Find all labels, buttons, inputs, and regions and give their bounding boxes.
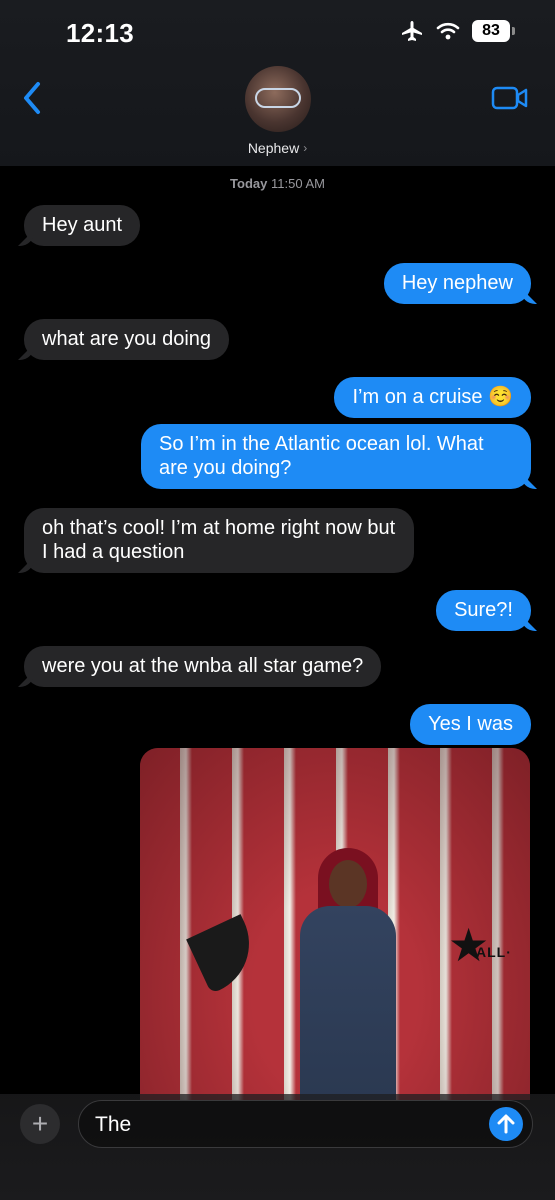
message-timestamp: Today 11:50 AM bbox=[0, 176, 555, 191]
message-text: Hey nephew bbox=[401, 272, 513, 294]
contact-name: Nephew bbox=[247, 140, 300, 156]
message-bubble-sent[interactable]: So I’m in the Atlantic ocean lol. What a… bbox=[141, 424, 531, 489]
message-bubble-received[interactable]: what are you doing bbox=[24, 319, 230, 360]
all-star-logo: ALL· bbox=[476, 944, 512, 960]
contact-info-button[interactable]: Nephew › bbox=[0, 66, 555, 156]
message-text: So I’m in the Atlantic ocean lol. What a… bbox=[159, 433, 484, 479]
video-camera-icon bbox=[491, 86, 528, 110]
message-text: Sure?! bbox=[454, 599, 513, 621]
message-text: what are you doing bbox=[42, 328, 212, 350]
wifi-icon bbox=[436, 22, 460, 40]
timestamp-time: 11:50 AM bbox=[270, 176, 325, 191]
status-time: 12:13 bbox=[66, 18, 134, 48]
message-composer: + The bbox=[0, 1094, 555, 1200]
message-bubble-received[interactable]: oh that’s cool! I’m at home right now bu… bbox=[24, 508, 414, 573]
status-bar: 12:13 83 bbox=[0, 0, 555, 62]
airplane-icon bbox=[402, 21, 422, 41]
video-call-button[interactable] bbox=[491, 84, 529, 112]
timestamp-day: Today bbox=[230, 176, 268, 191]
photo-attachment[interactable]: ★ ALL· bbox=[140, 748, 530, 1100]
battery-level: 83 bbox=[472, 20, 510, 42]
chevron-right-icon: › bbox=[303, 141, 308, 155]
message-text: Hey aunt bbox=[42, 214, 123, 236]
message-bubble-sent[interactable]: I’m on a cruise ☺️ bbox=[334, 377, 531, 418]
message-input-text: The bbox=[95, 1113, 132, 1136]
message-text: Yes I was bbox=[428, 713, 513, 735]
message-input[interactable]: The bbox=[78, 1100, 533, 1148]
arrow-up-icon bbox=[497, 1114, 515, 1134]
status-icons: 83 bbox=[400, 20, 515, 42]
message-bubble-sent[interactable]: Sure?! bbox=[436, 590, 531, 631]
battery-icon: 83 bbox=[472, 20, 515, 42]
message-bubble-received[interactable]: were you at the wnba all star game? bbox=[24, 646, 382, 687]
message-text: were you at the wnba all star game? bbox=[42, 655, 364, 677]
send-button[interactable] bbox=[489, 1107, 523, 1141]
avatar bbox=[244, 66, 311, 132]
message-bubble-sent[interactable]: Hey nephew bbox=[383, 263, 531, 304]
person-figure bbox=[300, 906, 396, 1100]
add-attachment-button[interactable]: + bbox=[20, 1104, 60, 1144]
message-text: I’m on a cruise ☺️ bbox=[352, 386, 513, 408]
message-bubble-sent[interactable]: Yes I was bbox=[410, 704, 531, 745]
message-text: oh that’s cool! I’m at home right now bu… bbox=[42, 517, 396, 563]
message-bubble-received[interactable]: Hey aunt bbox=[24, 205, 141, 246]
plus-icon: + bbox=[31, 1108, 49, 1139]
contact-name-row: Nephew › bbox=[248, 140, 307, 156]
